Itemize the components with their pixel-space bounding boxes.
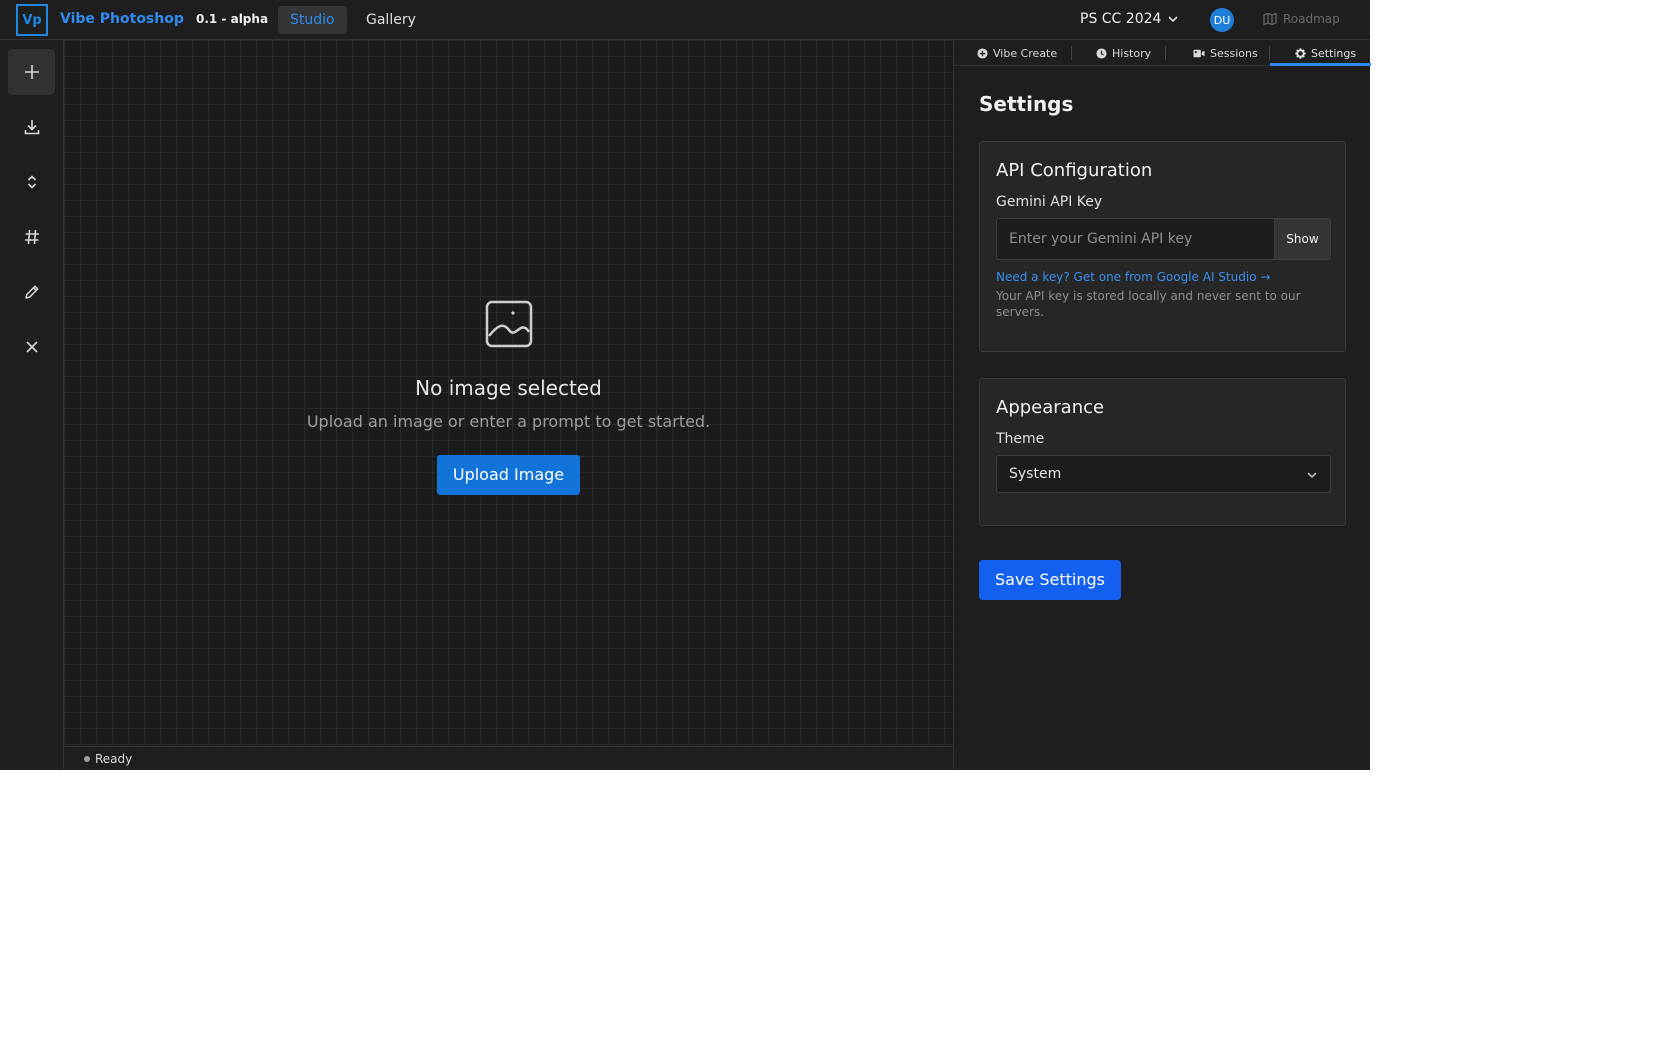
canvas-area[interactable]: No image selected Upload an image or ent… <box>64 40 953 746</box>
draw-tool-button[interactable] <box>8 269 55 315</box>
ps-version-select[interactable]: PS CC 2024 <box>1080 11 1179 27</box>
save-settings-button[interactable]: Save Settings <box>979 560 1121 600</box>
tab-vibe-create-label: Vibe Create <box>993 46 1058 60</box>
empty-title: No image selected <box>415 376 602 400</box>
api-key-input[interactable] <box>996 218 1274 260</box>
gear-icon <box>1295 47 1306 59</box>
empty-state: No image selected Upload an image or ent… <box>64 300 953 495</box>
tab-divider <box>1071 46 1072 60</box>
grid-tool-button[interactable] <box>8 214 55 260</box>
empty-subtitle: Upload an image or enter a prompt to get… <box>306 412 711 431</box>
tab-divider <box>1269 46 1270 60</box>
plus-icon <box>24 65 39 79</box>
tab-vibe-create[interactable]: Vibe Create <box>977 40 1057 66</box>
active-tab-indicator <box>1270 63 1371 66</box>
page-title: Settings <box>979 92 1074 116</box>
status-bar: Ready <box>64 746 953 770</box>
upload-image-button[interactable]: Upload Image <box>436 455 581 495</box>
download-icon <box>24 120 39 135</box>
tab-settings-label: Settings <box>1311 46 1357 60</box>
tab-history-label: History <box>1112 46 1152 60</box>
clear-tool-button[interactable] <box>8 324 55 370</box>
image-placeholder-icon <box>485 300 532 348</box>
status-text: Ready <box>95 751 133 766</box>
map-icon <box>1263 12 1277 26</box>
clock-icon <box>1096 47 1107 59</box>
nav-tab-studio[interactable]: Studio <box>278 6 347 34</box>
top-header: Vp Vibe Photoshop 0.1 - alpha Studio Gal… <box>0 0 1370 40</box>
api-key-label: Gemini API Key <box>996 194 1103 210</box>
show-key-button[interactable]: Show <box>1274 218 1331 260</box>
api-config-card: API Configuration Gemini API Key Show Ne… <box>979 141 1346 352</box>
app-window: Vp Vibe Photoshop 0.1 - alpha Studio Gal… <box>0 0 1371 770</box>
download-tool-button[interactable] <box>8 104 55 150</box>
theme-select[interactable]: System <box>996 455 1331 493</box>
resize-tool-button[interactable] <box>8 159 55 205</box>
tab-sessions[interactable]: Sessions <box>1193 40 1258 66</box>
new-tool-button[interactable] <box>8 49 55 95</box>
app-name: Vibe Photoshop <box>60 11 184 27</box>
theme-value: System <box>1009 466 1062 482</box>
chevron-down-icon <box>1168 16 1178 23</box>
appearance-card: Appearance Theme System <box>979 378 1346 526</box>
roadmap-link[interactable]: Roadmap <box>1263 12 1340 26</box>
app-logo[interactable]: Vp <box>16 4 48 36</box>
tab-divider <box>1165 46 1166 60</box>
video-icon <box>1193 49 1205 57</box>
tool-sidebar <box>0 40 64 770</box>
panel-tabs: Vibe Create History Sessions Settings <box>954 40 1371 66</box>
close-icon <box>25 341 38 353</box>
status-dot-icon <box>84 755 90 762</box>
chevron-down-icon <box>1307 472 1317 479</box>
api-key-note: Your API key is stored locally and never… <box>996 289 1301 319</box>
tab-history[interactable]: History <box>1096 40 1151 66</box>
avatar[interactable]: DU <box>1210 8 1234 32</box>
nav-tab-gallery[interactable]: Gallery <box>354 6 428 34</box>
tab-sessions-label: Sessions <box>1210 46 1258 60</box>
plus-circle-icon <box>977 47 988 59</box>
app-version: 0.1 - alpha <box>196 12 269 26</box>
chevrons-updown-icon <box>27 175 36 189</box>
appearance-title: Appearance <box>996 397 1105 418</box>
theme-label: Theme <box>996 431 1045 447</box>
get-key-link[interactable]: Need a key? Get one from Google AI Studi… <box>996 270 1270 284</box>
ps-version-label: PS CC 2024 <box>1080 11 1162 27</box>
hash-icon <box>24 229 39 245</box>
right-panel: Vibe Create History Sessions Settings Se… <box>953 40 1371 770</box>
roadmap-label: Roadmap <box>1283 12 1340 26</box>
pencil-icon <box>24 285 38 299</box>
api-config-title: API Configuration <box>996 160 1153 181</box>
